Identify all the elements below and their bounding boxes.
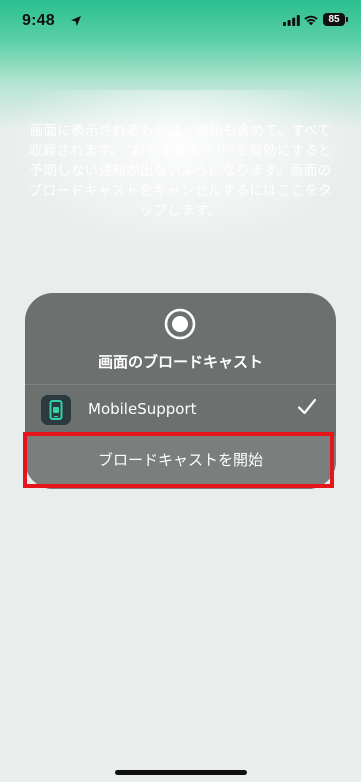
cellular-signal-icon xyxy=(283,15,300,26)
status-time: 9:48 xyxy=(22,12,55,29)
checkmark-icon xyxy=(297,398,317,415)
status-bar: 9:48 85 xyxy=(0,0,361,44)
battery-cap xyxy=(346,17,348,22)
highlight-box xyxy=(23,432,334,488)
app-name: MobileSupport xyxy=(88,400,197,418)
home-indicator[interactable] xyxy=(115,770,247,775)
record-icon xyxy=(164,308,196,340)
battery-indicator: 85 xyxy=(323,13,345,26)
cancel-broadcast-info[interactable]: 画面に表示されるものは、通知も含めて、すべて収録されます。“おやすみモード”を有… xyxy=(28,121,333,221)
location-arrow-icon xyxy=(71,16,81,26)
wifi-icon xyxy=(304,15,318,26)
mobilesupport-app-icon xyxy=(41,395,71,425)
app-option-mobilesupport[interactable]: MobileSupport xyxy=(25,385,336,435)
panel-title: 画面のブロードキャスト xyxy=(97,353,263,371)
